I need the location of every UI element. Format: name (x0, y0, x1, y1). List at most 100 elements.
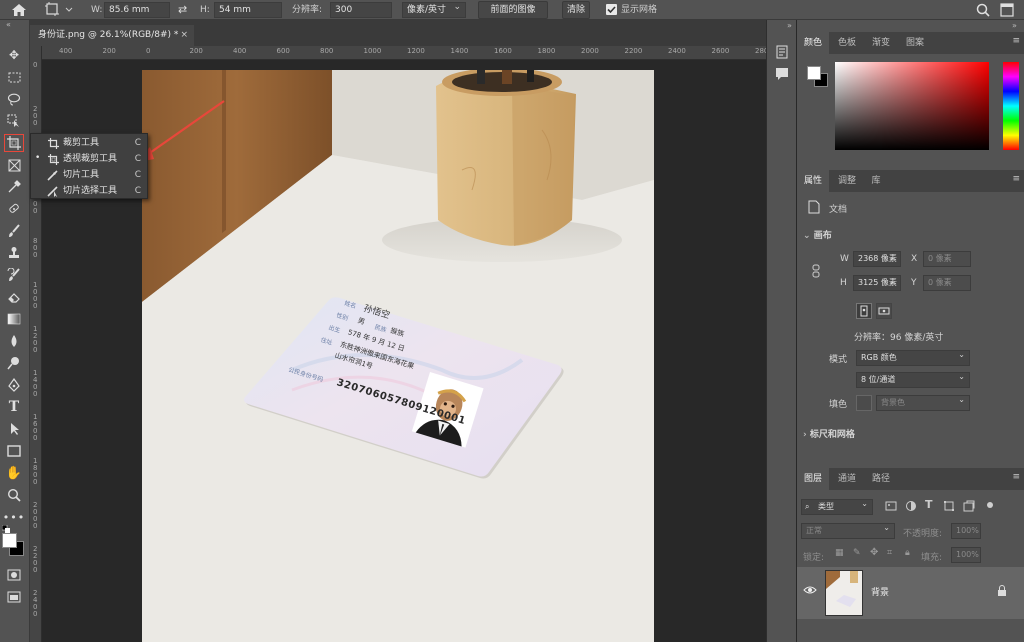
portrait-orientation-button[interactable] (856, 303, 872, 319)
panel-menu-icon[interactable]: ≡ (1012, 174, 1020, 184)
layer-row[interactable]: 背景 (797, 567, 1024, 619)
eyedropper-tool-icon[interactable] (4, 178, 24, 196)
swap-icon[interactable]: ⇄ (178, 3, 192, 17)
default-colors-icon[interactable] (1, 523, 10, 533)
close-tab-icon[interactable]: × (180, 25, 188, 45)
tab-libraries[interactable]: 库 (865, 170, 887, 192)
lock-all-icon[interactable]: 🔒︎ (905, 548, 910, 558)
canvas-y-field[interactable]: 0 像素 (923, 275, 971, 291)
flyout-item-slice[interactable]: 切片工具 C (31, 168, 147, 183)
bit-depth-select[interactable]: 8 位/通道 (856, 370, 970, 388)
fill-opacity-field[interactable]: 100% (951, 547, 981, 563)
tab-adjustments[interactable]: 调整 (831, 170, 863, 192)
path-select-tool-icon[interactable] (4, 420, 24, 438)
tab-channels[interactable]: 通道 (831, 468, 863, 490)
lock-position-icon[interactable]: ✥ (870, 547, 878, 558)
tool-preset-picker[interactable] (44, 2, 76, 18)
opacity-field[interactable]: 100% (951, 523, 981, 539)
lock-pixels-icon[interactable]: ✎ (853, 548, 861, 558)
collapse-panels-icon[interactable]: » (1012, 21, 1017, 30)
dodge-tool-icon[interactable] (4, 354, 24, 372)
filter-pixel-icon[interactable] (885, 500, 897, 512)
tab-gradients[interactable]: 渐变 (865, 32, 897, 54)
ruler-tick-label: 400 (59, 47, 73, 55)
link-dimensions-icon[interactable] (811, 264, 821, 278)
tab-patterns[interactable]: 图案 (899, 32, 931, 54)
lock-transparency-icon[interactable]: ▦ (835, 548, 844, 558)
flyout-item-slice-select[interactable]: 切片选择工具 C (31, 184, 147, 199)
document-tab[interactable]: 身份证.png @ 26.1%(RGB/8#) * × (30, 25, 194, 46)
resolution-field[interactable]: 300 (330, 2, 392, 18)
height-field[interactable]: 54 mm (214, 2, 282, 18)
blend-mode-select[interactable]: 正常 (801, 521, 895, 539)
tab-properties[interactable]: 属性 (797, 170, 829, 192)
show-grid-checkbox[interactable] (606, 4, 617, 15)
panel-fg-color-swatch[interactable] (807, 66, 821, 80)
ruler-tick-label: 1 8 0 0 (33, 457, 38, 486)
clear-button[interactable]: 清除 (562, 1, 590, 19)
panel-menu-icon[interactable]: ≡ (1012, 472, 1020, 482)
lock-artboard-icon[interactable]: ⌗ (887, 548, 892, 558)
clone-stamp-tool-icon[interactable] (4, 244, 24, 262)
filter-toggle-icon[interactable] (987, 502, 993, 508)
move-tool-icon[interactable]: ✥ (4, 46, 24, 64)
canvas-width-field[interactable]: 2368 像素 (853, 251, 901, 267)
healing-brush-tool-icon[interactable] (4, 200, 24, 218)
resolution-unit-select[interactable]: 像素/英寸 (402, 0, 466, 18)
object-select-tool-icon[interactable] (4, 112, 24, 130)
color-picker-field[interactable] (835, 62, 989, 150)
fill-select[interactable]: 背景色 (876, 393, 970, 411)
foreground-color-swatch[interactable] (2, 533, 17, 548)
history-panel-icon[interactable] (774, 44, 790, 60)
landscape-orientation-button[interactable] (876, 303, 892, 319)
hand-tool-icon[interactable]: ✋ (4, 464, 24, 482)
workspace-icon[interactable] (1000, 3, 1014, 17)
filter-smart-object-icon[interactable] (963, 500, 975, 512)
lasso-tool-icon[interactable] (4, 90, 24, 108)
show-grid-label: 显示网格 (621, 5, 658, 15)
panel-menu-icon[interactable]: ≡ (1012, 36, 1020, 46)
eraser-tool-icon[interactable] (4, 288, 24, 306)
filter-shape-icon[interactable] (943, 500, 955, 512)
flyout-item-perspective-crop[interactable]: • 透视裁剪工具 C (31, 152, 147, 167)
color-mode-select[interactable]: RGB 颜色 (856, 348, 970, 366)
canvas-height-field[interactable]: 3125 像素 (853, 275, 901, 291)
filter-type-icon[interactable]: T (925, 498, 933, 511)
rulers-grid-section-toggle[interactable]: › 标尺和网格 (803, 427, 855, 440)
front-image-button[interactable]: 前面的图像 (478, 1, 548, 19)
type-tool-icon[interactable]: T (4, 398, 24, 416)
tab-swatches[interactable]: 色板 (831, 32, 863, 54)
flyout-item-crop[interactable]: 裁剪工具 C (31, 136, 147, 151)
history-brush-tool-icon[interactable] (4, 266, 24, 284)
tab-paths[interactable]: 路径 (865, 468, 897, 490)
visibility-eye-icon[interactable] (803, 585, 817, 595)
properties-panel-icon[interactable] (774, 66, 790, 82)
rectangle-tool-icon[interactable] (4, 442, 24, 460)
brush-tool-icon[interactable] (4, 222, 24, 240)
search-icon[interactable] (975, 2, 991, 18)
gradient-tool-icon[interactable] (4, 310, 24, 328)
collapse-dock-icon[interactable]: » (787, 21, 792, 30)
fill-color-swatch[interactable] (856, 395, 872, 411)
ruler-tick-label: 1400 (450, 47, 469, 55)
filter-adjustment-icon[interactable] (905, 500, 917, 512)
ruler-tick-label: 1 4 0 0 (33, 369, 38, 398)
ruler-tick-label: 1 6 0 0 (33, 413, 38, 442)
frame-tool-icon[interactable] (4, 156, 24, 174)
canvas-section-toggle[interactable]: ⌄ 画布 (803, 228, 832, 241)
screen-mode-icon[interactable] (4, 588, 24, 606)
canvas-x-field[interactable]: 0 像素 (923, 251, 971, 267)
tab-color[interactable]: 颜色 (797, 32, 829, 54)
perspective-crop-tool-icon[interactable] (4, 134, 24, 152)
width-field[interactable]: 85.6 mm (104, 2, 170, 18)
quick-mask-icon[interactable] (4, 566, 24, 584)
marquee-tool-icon[interactable] (4, 68, 24, 86)
tab-layers[interactable]: 图层 (797, 468, 829, 490)
pen-tool-icon[interactable] (4, 376, 24, 394)
blur-tool-icon[interactable] (4, 332, 24, 350)
zoom-tool-icon[interactable] (4, 486, 24, 504)
layer-filter-select[interactable]: ⌕ 类型 (801, 497, 873, 515)
hue-slider[interactable] (1003, 62, 1019, 150)
collapse-toolbar-icon[interactable]: « (6, 20, 11, 29)
home-icon[interactable] (10, 2, 28, 18)
